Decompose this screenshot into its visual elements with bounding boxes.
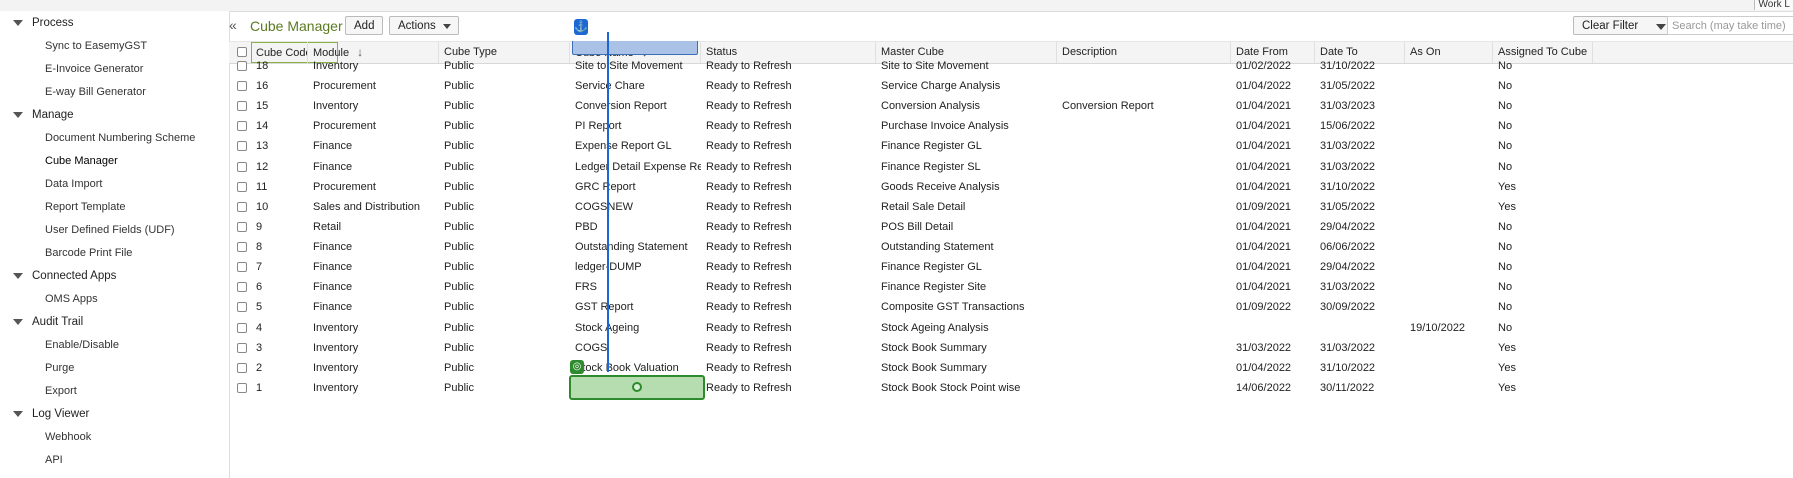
row-checkbox[interactable] [237, 121, 247, 132]
row-checkbox[interactable] [237, 322, 247, 333]
row-checkbox[interactable] [237, 61, 247, 71]
sidebar-item[interactable]: Report Template [0, 195, 229, 218]
sidebar-group[interactable]: Process [0, 11, 229, 34]
cell-module: Inventory [313, 381, 359, 394]
clear-filter-button[interactable]: Clear Filter [1573, 16, 1676, 35]
sidebar-item[interactable]: User Defined Fields (UDF) [0, 218, 229, 241]
add-button[interactable]: Add [345, 16, 384, 35]
chevron-down-icon [13, 318, 23, 325]
cell-description [1057, 377, 1231, 400]
cube-name-header-highlight [572, 41, 698, 55]
search-input[interactable] [1667, 16, 1793, 35]
cell-status: Ready to Refresh [706, 381, 792, 394]
page-title: Cube Manager [250, 18, 343, 34]
chevron-down-icon [13, 19, 23, 26]
sidebar-item[interactable]: Barcode Print File [0, 241, 229, 264]
sidebar-item[interactable]: OMS Apps [0, 287, 229, 310]
sidebar: Process Sync to EasemyGST E-Invoice Genera… [0, 11, 230, 478]
sidebar-group-label: Audit Trail [32, 315, 84, 328]
drop-target-icon: ◎ [570, 360, 584, 374]
row-checkbox[interactable] [237, 201, 247, 212]
sidebar-item[interactable]: API [0, 448, 229, 471]
sidebar-item[interactable]: Export [0, 379, 229, 402]
row-checkbox[interactable] [237, 181, 247, 192]
chevron-down-icon [13, 272, 23, 279]
row-checkbox[interactable] [237, 362, 247, 373]
chevron-down-icon [1656, 24, 1666, 30]
row-checkbox[interactable] [237, 161, 247, 172]
sidebar-group-label: Log Viewer [32, 407, 90, 420]
row-checkbox[interactable] [237, 302, 247, 313]
row-checkbox[interactable] [237, 342, 247, 353]
row-checkbox[interactable] [237, 221, 247, 232]
cube-grid: Cube Code↓Module↓Cube TypeCube Name↓Stat… [229, 41, 1793, 478]
sidebar-group-label: Manage [32, 108, 74, 121]
sidebar-item[interactable]: Data Import [0, 172, 229, 195]
sidebar-item[interactable]: E-way Bill Generator [0, 80, 229, 103]
sidebar-item[interactable]: Document Numbering Scheme [0, 126, 229, 149]
sidebar-group[interactable]: Manage [0, 103, 229, 126]
row-checkbox[interactable] [237, 382, 247, 393]
drag-guide-line [607, 32, 609, 372]
anchor-icon[interactable]: ⚓ [574, 19, 588, 35]
chevron-down-icon [13, 111, 23, 118]
sidebar-item[interactable]: Purge [0, 356, 229, 379]
sidebar-group-label: Process [32, 16, 74, 29]
chevron-down-icon [442, 24, 451, 29]
chevron-down-icon [13, 410, 23, 417]
cell-master-cube: Stock Book Stock Point wise [881, 381, 1021, 394]
cell-assigned-to-cube: Yes [1498, 381, 1516, 394]
toolbar: « Cube Manager Add Actions Clear Filter [229, 11, 1793, 42]
cell-as-on [1405, 377, 1493, 400]
collapse-sidebar-icon[interactable]: « [229, 18, 243, 34]
drag-handle-icon[interactable] [632, 382, 642, 392]
clear-filter-label: Clear Filter [1582, 20, 1639, 32]
cell-date-from: 14/06/2022 [1236, 381, 1292, 394]
sidebar-item[interactable]: Webhook [0, 425, 229, 448]
row-checkbox[interactable] [237, 282, 247, 293]
table-row[interactable]: 1InventoryPublicStock Pointwise StockRea… [229, 377, 1793, 400]
work-label[interactable]: Work L [1753, 0, 1793, 10]
sidebar-item[interactable]: E-Invoice Generator [0, 57, 229, 80]
cell-cube-type: Public [444, 381, 474, 394]
cell-cube-code: 1 [256, 381, 263, 394]
actions-label: Actions [398, 20, 436, 32]
row-checkbox[interactable] [237, 262, 247, 273]
sidebar-group[interactable]: Audit Trail [0, 310, 229, 333]
sidebar-group[interactable]: Log Viewer [0, 402, 229, 425]
cell-date-to: 30/11/2022 [1320, 381, 1375, 394]
sidebar-group[interactable]: Connected Apps [0, 264, 229, 287]
actions-button[interactable]: Actions [389, 16, 459, 35]
sidebar-item[interactable]: Sync to EasemyGST [0, 34, 229, 57]
sidebar-item[interactable]: Enable/Disable [0, 333, 229, 356]
row-checkbox[interactable] [237, 141, 247, 152]
sidebar-item[interactable]: Cube Manager [0, 149, 229, 172]
row-checkbox[interactable] [237, 81, 247, 92]
sidebar-group-label: Connected Apps [32, 269, 117, 282]
row-checkbox[interactable] [237, 242, 247, 253]
row-checkbox[interactable] [237, 101, 247, 112]
